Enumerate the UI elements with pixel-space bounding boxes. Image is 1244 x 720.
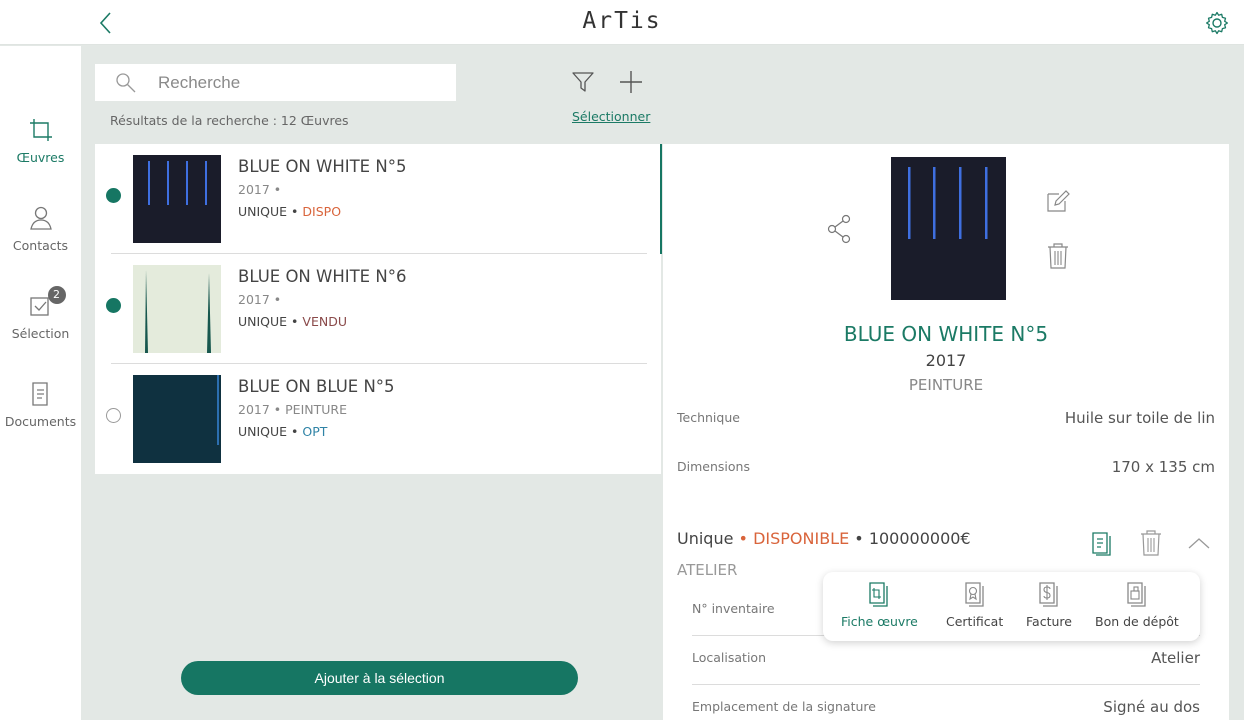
search-box — [95, 64, 456, 101]
invoice-icon — [1039, 582, 1058, 607]
artwork-list: BLUE ON WHITE N°5 2017 • UNIQUE • DISPO … — [95, 144, 661, 474]
popup-item-label: Facture — [1026, 614, 1072, 629]
artwork-title: BLUE ON WHITE N°5 — [843, 322, 1049, 346]
results-count: Résultats de la recherche : 12 Œuvres — [110, 113, 349, 128]
crop-icon — [29, 119, 52, 141]
popup-item-fiche-oeuvre[interactable]: Fiche œuvre — [841, 580, 918, 629]
divider — [692, 684, 1200, 685]
artwork-title: BLUE ON WHITE N°6 — [238, 267, 407, 286]
popup-item-label: Bon de dépôt — [1095, 614, 1179, 629]
popup-item-bon-de-depot[interactable]: Bon de dépôt — [1095, 580, 1179, 629]
popup-item-label: Fiche œuvre — [841, 614, 918, 629]
document-icon — [31, 382, 48, 406]
list-item[interactable]: BLUE ON WHITE N°5 2017 • UNIQUE • DISPO — [95, 144, 661, 254]
localisation-value: Atelier — [1151, 649, 1200, 667]
artwork-thumbnail — [133, 265, 221, 353]
add-icon[interactable] — [619, 70, 643, 94]
artwork-status: UNIQUE • DISPO — [238, 204, 341, 219]
status-badge: VENDU — [302, 314, 347, 329]
nav-item-oeuvres[interactable]: Œuvres — [0, 116, 81, 165]
active-row-indicator — [660, 144, 662, 254]
selection-dot[interactable] — [106, 298, 121, 313]
filter-icon[interactable] — [571, 70, 595, 94]
location-group-title: ATELIER — [677, 561, 738, 579]
side-nav: Œuvres Contacts 2 Sélection Documents — [0, 46, 81, 720]
search-input[interactable] — [158, 70, 438, 95]
nav-item-contacts[interactable]: Contacts — [0, 204, 81, 253]
status-badge: DISPO — [302, 204, 342, 219]
delete-edition-icon[interactable] — [1139, 530, 1163, 556]
signature-label: Emplacement de la signature — [692, 699, 876, 714]
inventory-label: N° inventaire — [692, 601, 775, 616]
artwork-status: UNIQUE • VENDU — [238, 314, 347, 329]
nav-item-documents[interactable]: Documents — [0, 380, 81, 429]
artwork-thumbnail — [133, 155, 221, 243]
edition-label: UNIQUE • — [238, 204, 299, 219]
technique-value: Huile sur toile de lin — [1064, 409, 1215, 427]
selection-dot[interactable] — [106, 408, 121, 423]
select-link[interactable]: Sélectionner — [572, 109, 650, 124]
artwork-year: 2017 • — [238, 292, 282, 307]
selection-badge: 2 — [47, 286, 66, 304]
nav-item-label: Documents — [4, 414, 77, 429]
search-icon — [116, 73, 136, 93]
technique-label: Technique — [677, 410, 740, 425]
nav-item-label: Sélection — [11, 326, 70, 341]
edition-label: UNIQUE • — [238, 424, 299, 439]
signature-value: Signé au dos — [1103, 698, 1200, 716]
availability-status: DISPONIBLE — [753, 529, 850, 548]
top-bar: ArTis — [0, 0, 1244, 45]
nav-item-selection[interactable]: 2 Sélection — [0, 286, 81, 341]
documents-icon[interactable] — [1090, 530, 1114, 556]
artwork-year: 2017 — [925, 351, 967, 370]
artwork-year: 2017 • — [238, 182, 282, 197]
trash-icon[interactable] — [1047, 243, 1069, 269]
share-icon[interactable] — [826, 214, 854, 244]
list-item[interactable]: BLUE ON BLUE N°5 2017 • PEINTURE UNIQUE … — [95, 364, 661, 474]
status-badge: OPT — [302, 424, 328, 439]
add-to-selection-button[interactable]: Ajouter à la sélection — [181, 661, 578, 695]
nav-item-label: Contacts — [12, 238, 69, 253]
certificate-icon — [964, 582, 984, 607]
edition-label: UNIQUE • — [238, 314, 299, 329]
artwork-year: 2017 • PEINTURE — [238, 402, 347, 417]
artwork-title: BLUE ON WHITE N°5 — [238, 157, 407, 176]
artwork-image — [891, 157, 1006, 300]
artwork-status: UNIQUE • OPT — [238, 424, 327, 439]
document-type-popup: Fiche œuvre Certificat Facture Bon de dé… — [823, 572, 1200, 641]
localisation-label: Localisation — [692, 650, 766, 665]
selection-icon-wrap: 2 — [27, 286, 66, 320]
popup-item-label: Certificat — [946, 614, 1004, 629]
nav-item-label: Œuvres — [16, 150, 65, 165]
edit-icon[interactable] — [1045, 188, 1071, 214]
price: 100000000€ — [868, 529, 971, 548]
edition-summary: Unique • DISPONIBLE • 100000000€ — [677, 529, 971, 548]
deposit-note-icon — [1127, 582, 1146, 607]
dimensions-label: Dimensions — [677, 459, 750, 474]
user-icon — [29, 206, 52, 230]
app-logo: ArTis — [582, 8, 662, 34]
artwork-type: PEINTURE — [908, 376, 984, 394]
artwork-title: BLUE ON BLUE N°5 — [238, 377, 395, 396]
list-item[interactable]: BLUE ON WHITE N°6 2017 • UNIQUE • VENDU — [95, 254, 661, 364]
selection-dot[interactable] — [106, 188, 121, 203]
popup-item-certificat[interactable]: Certificat — [946, 580, 1003, 629]
chevron-up-icon[interactable] — [1187, 530, 1211, 556]
popup-item-facture[interactable]: Facture — [1026, 580, 1072, 629]
gear-icon[interactable] — [1205, 11, 1229, 35]
edition-type: Unique — [677, 529, 734, 548]
artwork-sheet-icon — [869, 582, 889, 607]
dimensions-value: 170 x 135 cm — [1111, 458, 1215, 476]
artwork-thumbnail — [133, 375, 221, 463]
